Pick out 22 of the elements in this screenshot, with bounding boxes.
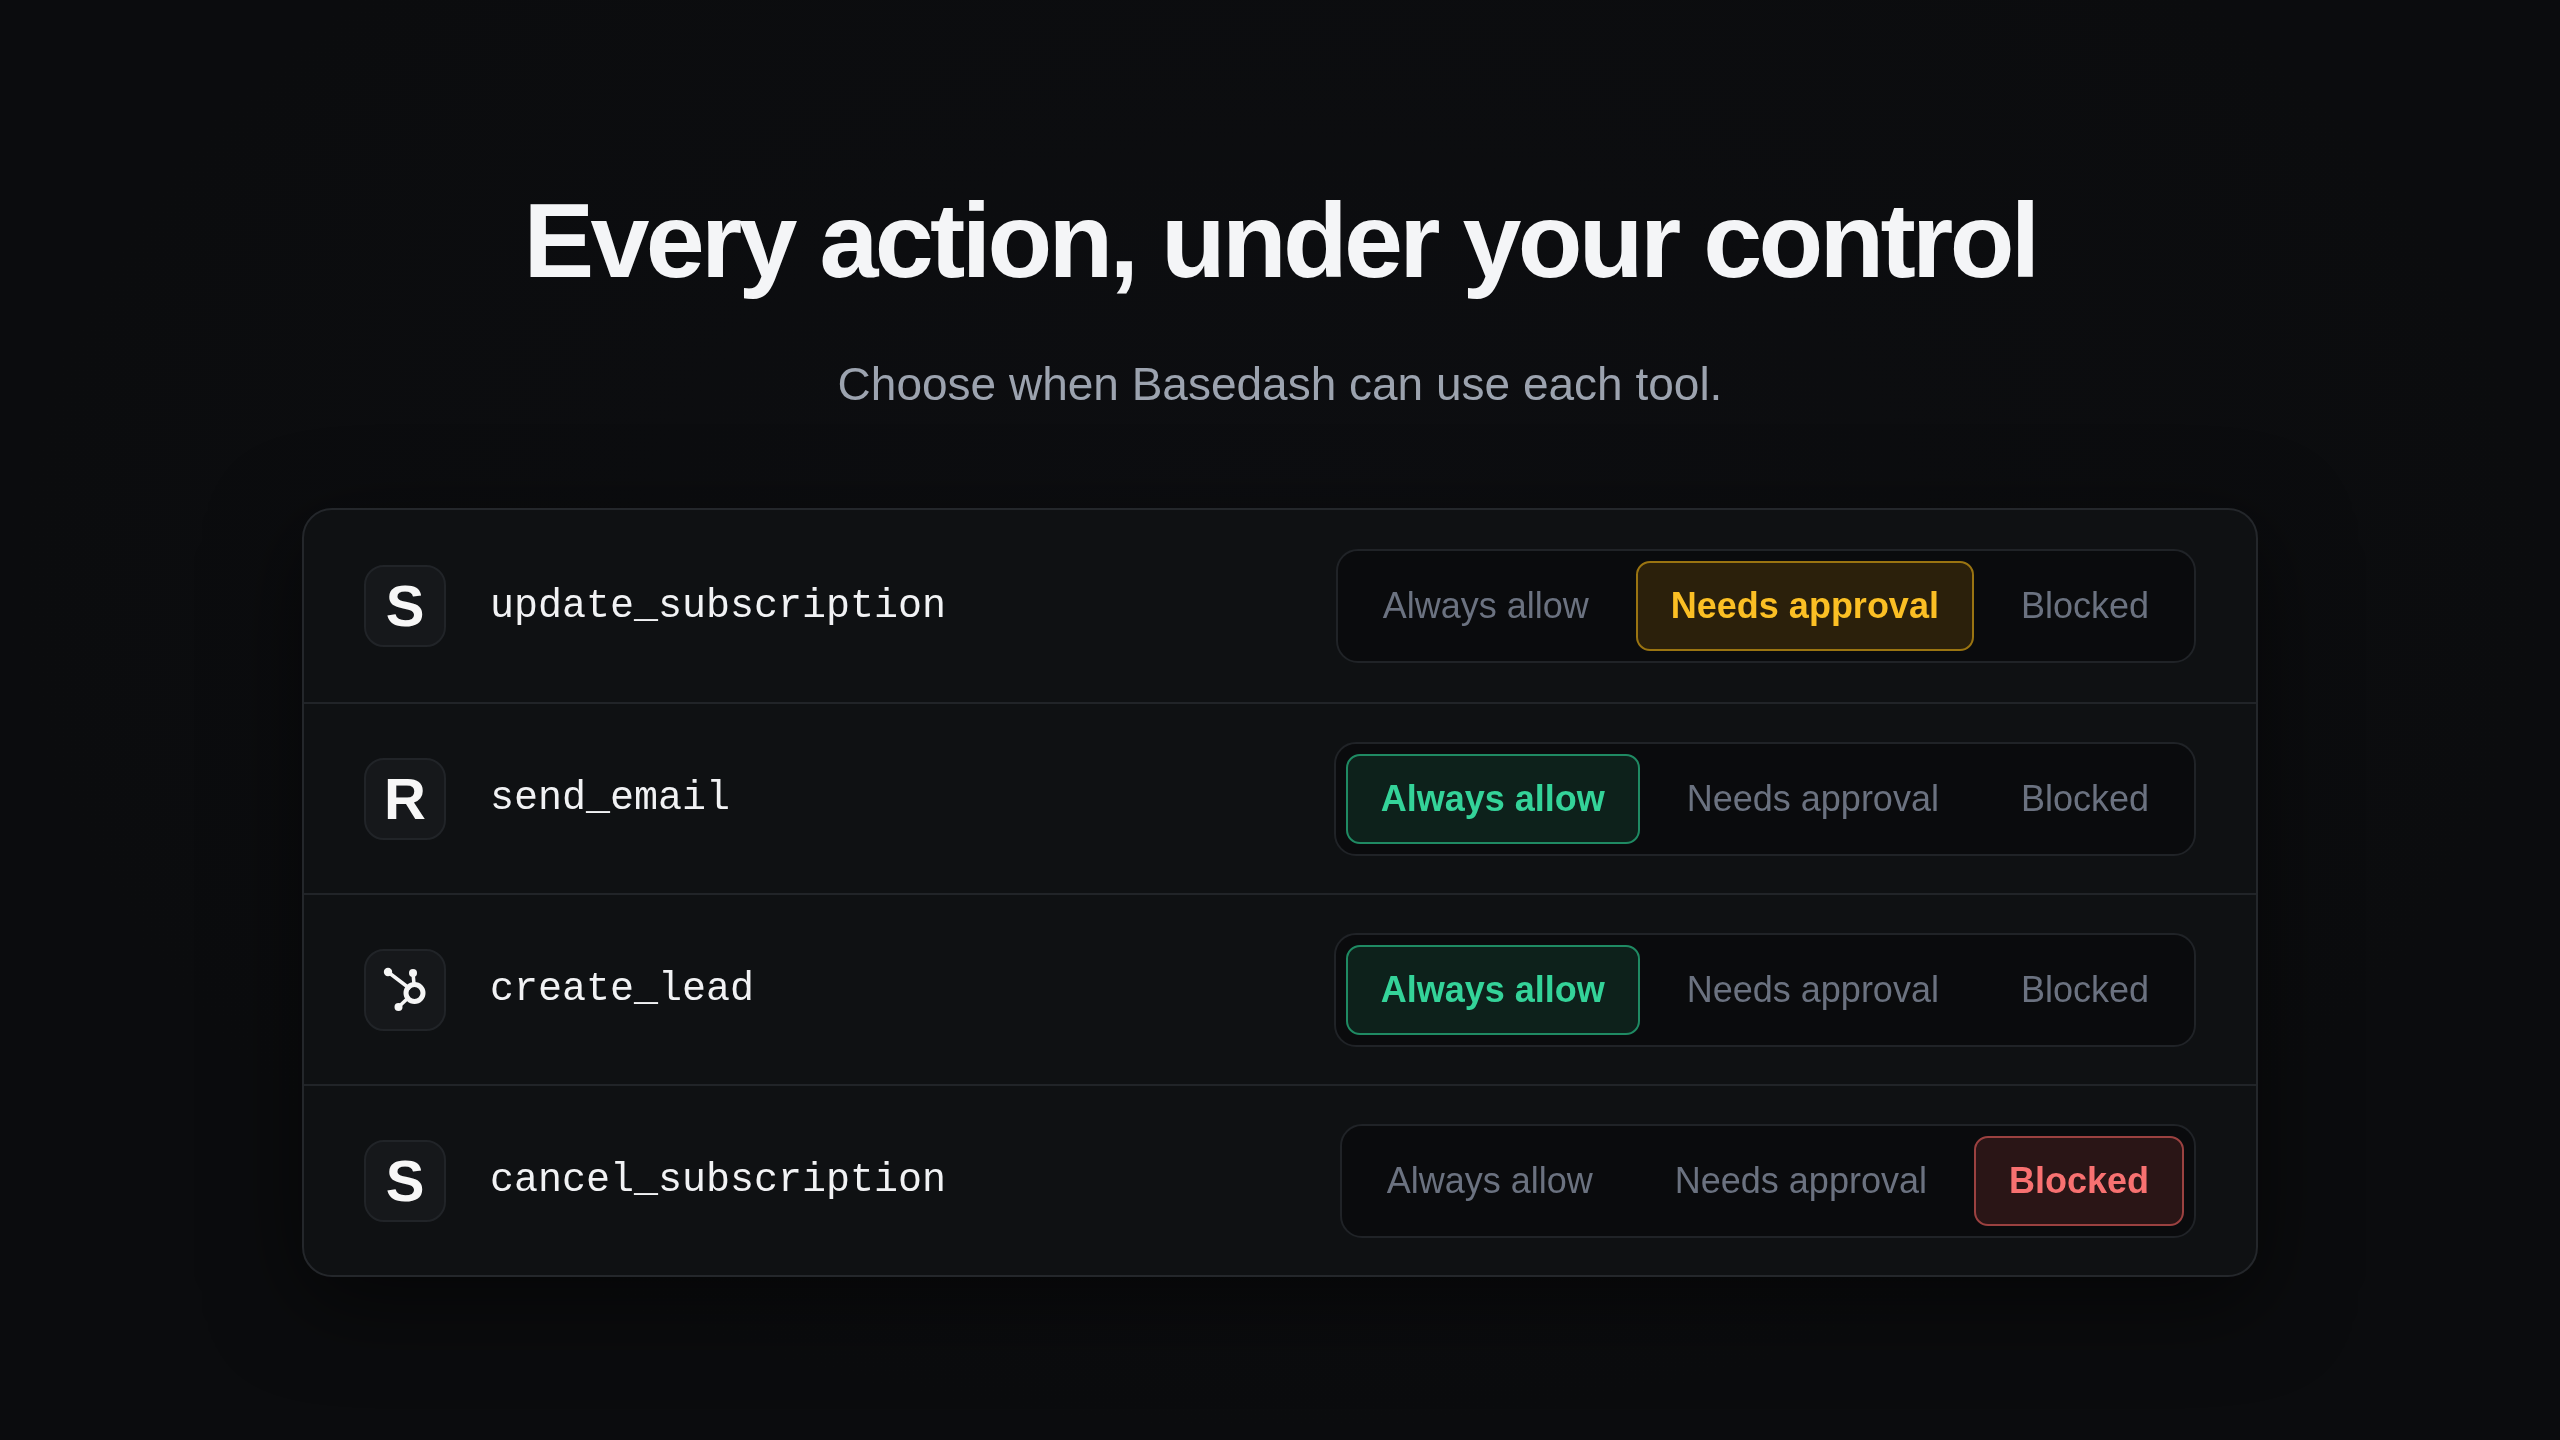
app-logo: R: [364, 757, 446, 840]
permission-option[interactable]: Always allow: [1347, 561, 1624, 651]
tool-name: cancel_subscription: [490, 1158, 947, 1203]
permission-option[interactable]: Always allow: [1345, 753, 1640, 844]
permission-option[interactable]: Blocked: [1973, 1135, 2184, 1226]
permission-option[interactable]: Needs approval: [1651, 944, 1974, 1035]
tool-name: create_lead: [490, 967, 755, 1012]
permission-option[interactable]: Needs approval: [1651, 753, 1974, 844]
hub-icon: [364, 948, 446, 1031]
permission-option[interactable]: Needs approval: [1635, 561, 1974, 651]
app-logo: S: [364, 565, 446, 647]
permission-option[interactable]: Always allow: [1351, 1135, 1628, 1226]
tool-name: send_email: [490, 776, 731, 821]
permission-option[interactable]: Blocked: [1985, 561, 2184, 651]
app-logo: S: [364, 1139, 446, 1222]
permission-option[interactable]: Needs approval: [1639, 1135, 1962, 1226]
permission-option[interactable]: Blocked: [1985, 753, 2184, 844]
tool-name: update_subscription: [490, 583, 947, 629]
page-title: Every action, under your control: [523, 180, 2037, 301]
permission-option[interactable]: Blocked: [1985, 944, 2184, 1035]
page-subtitle: Choose when Basedash can use each tool.: [837, 357, 1723, 412]
permission-option[interactable]: Always allow: [1345, 944, 1640, 1035]
